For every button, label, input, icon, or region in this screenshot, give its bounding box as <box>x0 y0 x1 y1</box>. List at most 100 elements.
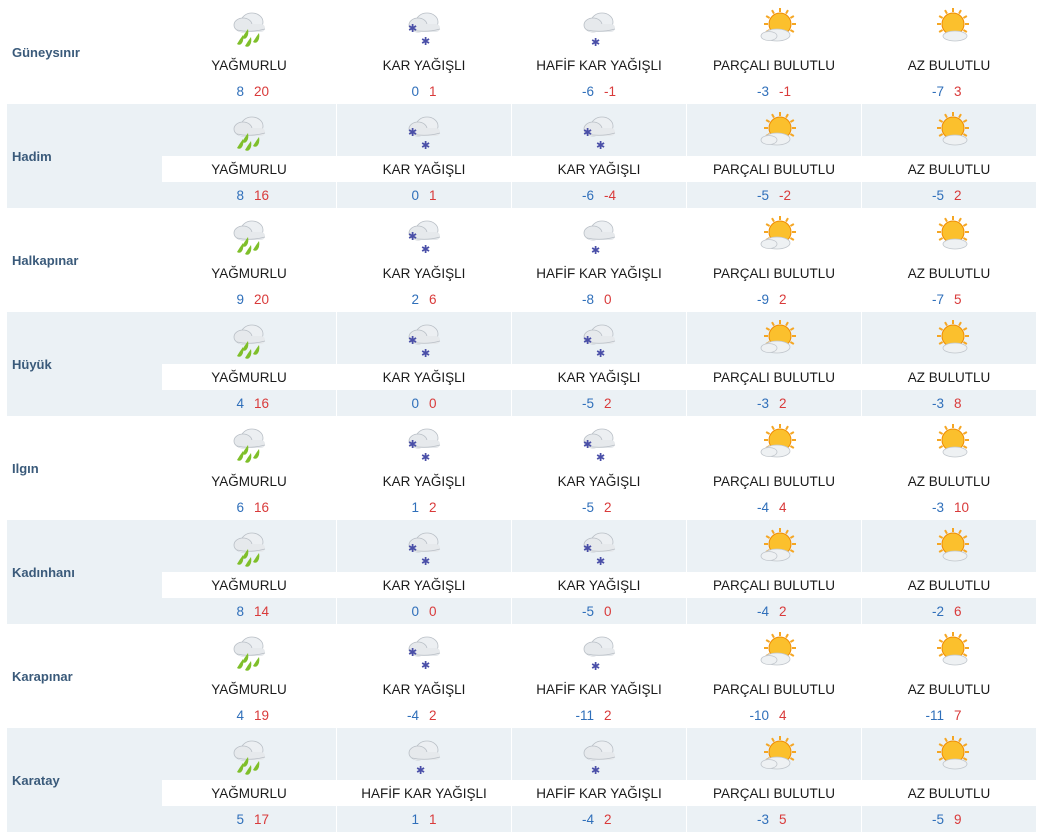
mostly-sunny-icon <box>937 528 969 562</box>
city-name[interactable]: Güneysınır <box>7 0 162 104</box>
min-temp: 0 <box>411 187 419 203</box>
weather-icon-wrap <box>162 0 336 52</box>
min-temp: -4 <box>756 603 769 619</box>
svg-text:✱: ✱ <box>591 36 600 49</box>
max-temp: 1 <box>429 187 437 203</box>
mostly-sunny-icon <box>937 320 969 354</box>
temperature-range: -6 -4 <box>512 182 686 208</box>
city-name[interactable]: Kadınhanı <box>7 520 162 624</box>
city-name[interactable]: Karatay <box>7 728 162 832</box>
temperature-range: -5 2 <box>512 390 686 416</box>
forecast-cell: PARÇALI BULUTLU -3 5 <box>687 728 861 832</box>
max-temp: 16 <box>254 395 270 411</box>
condition-label: HAFİF KAR YAĞIŞLI <box>536 785 662 801</box>
min-temp: -5 <box>931 811 944 827</box>
temperature-range: -3 5 <box>687 806 861 832</box>
mostly-sunny-icon <box>937 216 969 250</box>
partly-cloudy-icon <box>760 736 796 770</box>
svg-text:✱: ✱ <box>408 438 417 451</box>
forecast-cell: ✱ ✱ KAR YAĞIŞLI 0 1 <box>337 0 511 104</box>
max-temp: 2 <box>429 499 437 515</box>
max-temp: 2 <box>954 187 962 203</box>
city-name[interactable]: Ilgın <box>7 416 162 520</box>
city-name[interactable]: Hadim <box>7 104 162 208</box>
condition-label: PARÇALI BULUTLU <box>712 681 836 697</box>
weather-icon-wrap: ✱ <box>512 0 686 52</box>
condition-label: PARÇALI BULUTLU <box>712 161 836 177</box>
svg-text:✱: ✱ <box>583 126 592 139</box>
forecast-cell: YAĞMURLU 8 14 <box>162 520 336 624</box>
snow-icon: ✱✱ <box>583 428 616 464</box>
min-temp: -6 <box>581 187 594 203</box>
temperature-range: -9 2 <box>687 286 861 312</box>
temperature-range: -3 8 <box>862 390 1036 416</box>
condition-label: YAĞMURLU <box>211 161 287 177</box>
city-name[interactable]: Karapınar <box>7 624 162 728</box>
min-temp: -7 <box>931 291 944 307</box>
weather-icon-wrap: ✱ ✱ <box>337 520 511 572</box>
forecast-cell: PARÇALI BULUTLU -3 2 <box>687 312 861 416</box>
max-temp: 16 <box>254 187 270 203</box>
min-temp: -4 <box>756 499 769 515</box>
mostly-sunny-icon <box>937 8 969 42</box>
min-temp: -9 <box>756 291 769 307</box>
temperature-range: 9 20 <box>162 286 336 312</box>
temperature-range: -4 2 <box>512 806 686 832</box>
max-temp: 1 <box>429 83 437 99</box>
forecast-cell: PARÇALI BULUTLU -4 2 <box>687 520 861 624</box>
snow-icon: ✱✱ <box>408 532 441 568</box>
light-snow-icon: ✱ <box>408 740 441 777</box>
rain-icon <box>233 740 266 775</box>
weather-icon-wrap <box>162 312 336 364</box>
weather-icon-wrap <box>862 0 1036 52</box>
min-temp: -4 <box>581 811 594 827</box>
min-temp: -4 <box>406 707 419 723</box>
mostly-sunny-icon <box>937 112 969 146</box>
condition-label: KAR YAĞIŞLI <box>557 369 641 385</box>
condition-label: YAĞMURLU <box>211 785 287 801</box>
forecast-cell: ✱ ✱ KAR YAĞIŞLI 1 2 <box>337 416 511 520</box>
temperature-range: -5 2 <box>862 182 1036 208</box>
forecast-cell: ✱ ✱ KAR YAĞIŞLI 2 6 <box>337 208 511 312</box>
max-temp: 6 <box>429 291 437 307</box>
condition-label: KAR YAĞIŞLI <box>382 681 466 697</box>
forecast-cell: AZ BULUTLU -2 6 <box>862 520 1036 624</box>
svg-text:✱: ✱ <box>408 126 417 139</box>
condition-label: KAR YAĞIŞLI <box>382 473 466 489</box>
condition-label: KAR YAĞIŞLI <box>382 161 466 177</box>
min-temp: -3 <box>931 395 944 411</box>
snow-icon: ✱✱ <box>408 636 441 672</box>
forecast-cell: AZ BULUTLU -11 7 <box>862 624 1036 728</box>
city-name[interactable]: Halkapınar <box>7 208 162 312</box>
condition-label: AZ BULUTLU <box>907 473 991 489</box>
temperature-range: -7 5 <box>862 286 1036 312</box>
temperature-range: 4 16 <box>162 390 336 416</box>
condition-label: YAĞMURLU <box>211 369 287 385</box>
min-temp: 9 <box>236 291 244 307</box>
city-name[interactable]: Hüyük <box>7 312 162 416</box>
max-temp: -2 <box>779 187 792 203</box>
min-temp: 2 <box>411 291 419 307</box>
min-temp: -2 <box>931 603 944 619</box>
light-snow-icon: ✱ <box>583 220 616 257</box>
max-temp: 2 <box>604 707 612 723</box>
max-temp: 5 <box>954 291 962 307</box>
rain-icon <box>233 532 266 567</box>
min-temp: -11 <box>925 707 944 723</box>
condition-label: KAR YAĞIŞLI <box>557 473 641 489</box>
svg-text:✱: ✱ <box>421 139 430 152</box>
forecast-cell: YAĞMURLU 8 16 <box>162 104 336 208</box>
weather-icon-wrap: ✱ ✱ <box>337 104 511 156</box>
weather-icon-wrap <box>162 624 336 676</box>
weather-icon-wrap <box>162 208 336 260</box>
max-temp: 20 <box>254 291 270 307</box>
temperature-range: 0 1 <box>337 182 511 208</box>
temperature-range: -4 2 <box>337 702 511 728</box>
weather-icon-wrap <box>162 416 336 468</box>
svg-text:✱: ✱ <box>591 764 600 777</box>
partly-cloudy-icon <box>760 320 796 354</box>
min-temp: 4 <box>236 395 244 411</box>
condition-label: HAFİF KAR YAĞIŞLI <box>536 265 662 281</box>
svg-text:✱: ✱ <box>421 347 430 360</box>
weather-icon-wrap: ✱ ✱ <box>512 104 686 156</box>
